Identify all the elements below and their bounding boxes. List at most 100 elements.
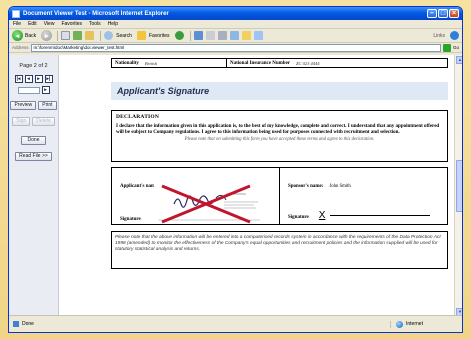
edit-icon[interactable] (229, 31, 239, 40)
data-protection-note: Please note that the above information w… (111, 231, 448, 269)
address-url: m:\forenm\doc\Marketing\doi.viewer_test.… (33, 45, 125, 50)
go-button[interactable]: Go (453, 45, 459, 50)
nationality-value: British (144, 60, 158, 66)
title-bar[interactable]: Document Viewer Test - Microsoft Interne… (9, 7, 462, 20)
minimize-icon[interactable]: – (427, 9, 437, 18)
viewer-sidebar: Page 2 of 2 |◂ ◂ ▸ ▸| ▸ Preview Print Si… (9, 55, 59, 317)
declaration-heading: DECLARATION (116, 114, 160, 120)
messenger-icon[interactable] (253, 31, 263, 40)
sponsor-signature-label: Signature (288, 215, 309, 220)
done-button[interactable]: Done (20, 136, 47, 145)
status-text: Done (22, 321, 34, 327)
delete-button[interactable]: Delete (32, 117, 55, 126)
preview-button[interactable]: Preview (10, 101, 37, 110)
crossed-out-signature-image (154, 182, 266, 224)
prev-page-button[interactable]: ◂ (24, 75, 33, 83)
go-icon[interactable] (442, 43, 451, 52)
stop-icon[interactable] (61, 31, 71, 40)
page-jump: ▸ (17, 86, 50, 94)
history-icon[interactable] (193, 31, 203, 40)
declaration-note: Please note that on submitting this form… (184, 137, 375, 142)
ni-cell: National Insurance Number ZC 023 4444 (227, 59, 447, 67)
menu-file[interactable]: File (13, 21, 21, 27)
status-bar: Done Internet (9, 315, 462, 332)
applicant-cell: Applicant's name: William Hayes Signatur… (112, 168, 279, 224)
refresh-icon[interactable] (73, 31, 83, 40)
toolbar-divider (57, 30, 59, 41)
sponsor-signature-mark: X (318, 210, 326, 221)
applicant-signature-line: Signature (120, 207, 141, 225)
globe-icon (396, 320, 403, 328)
scroll-up-icon[interactable]: ▲ (456, 56, 462, 64)
menu-bar: File Edit View Favorites Tools Help (9, 20, 462, 29)
page-go-button[interactable]: ▸ (41, 86, 50, 94)
page-status-icon (13, 321, 19, 327)
sponsor-signature-underline (330, 215, 430, 216)
address-bar: Address m:\forenm\doc\Marketing\doi.view… (9, 43, 462, 53)
sponsor-signature-line: Signature X (288, 205, 325, 223)
sign-delete-row: Sign Delete (12, 117, 55, 126)
forward-button[interactable]: ▸ (41, 30, 53, 41)
document-viewer[interactable]: Nationality British National Insurance N… (59, 55, 454, 317)
back-button[interactable]: ◂ (12, 30, 23, 41)
declaration-text: I declare that the information given in … (116, 124, 440, 135)
address-input[interactable]: m:\forenm\doc\Marketing\doi.viewer_test.… (30, 43, 441, 52)
browser-window: Document Viewer Test - Microsoft Interne… (8, 6, 463, 333)
window-title: Document Viewer Test - Microsoft Interne… (23, 10, 169, 17)
sign-button[interactable]: Sign (12, 117, 31, 126)
preview-print-row: Preview Print (10, 101, 57, 110)
links-label[interactable]: Links (433, 33, 445, 39)
menu-edit[interactable]: Edit (28, 21, 37, 27)
maximize-icon[interactable]: □ (438, 9, 448, 18)
applicant-signature-label: Signature (120, 217, 141, 222)
vertical-scrollbar[interactable]: ▲ ▼ (454, 55, 462, 317)
sponsor-name-value: John Smith (329, 184, 351, 189)
document-icon (12, 9, 20, 18)
next-page-button[interactable]: ▸ (34, 75, 43, 83)
toolbar-divider (100, 30, 102, 41)
nationality-label: Nationality (115, 60, 139, 66)
document-page: Nationality British National Insurance N… (111, 55, 448, 311)
ni-label: National Insurance Number (230, 60, 291, 66)
back-label[interactable]: Back (25, 33, 36, 39)
desktop-background: Document Viewer Test - Microsoft Interne… (0, 0, 471, 339)
close-icon[interactable]: × (449, 9, 459, 18)
first-page-button[interactable]: |◂ (14, 75, 23, 83)
sponsor-cell: Sponsor's name: John Smith Signature X (279, 168, 447, 224)
page-nav: |◂ ◂ ▸ ▸| (14, 75, 53, 83)
ie-logo-icon (450, 31, 459, 40)
print-icon[interactable] (217, 31, 227, 40)
menu-view[interactable]: View (44, 21, 55, 27)
toolbar-divider (189, 30, 191, 41)
page-number-input[interactable] (17, 86, 40, 94)
menu-help[interactable]: Help (108, 21, 118, 27)
zone-label: Internet (406, 321, 423, 327)
declaration-box: DECLARATION I declare that the informati… (111, 110, 448, 162)
search-icon[interactable] (104, 31, 114, 40)
menu-tools[interactable]: Tools (89, 21, 101, 27)
section-title: Applicant's Signature (111, 82, 448, 100)
print-button[interactable]: Print (38, 101, 57, 110)
page-indicator: Page 2 of 2 (19, 63, 48, 69)
nationality-row: Nationality British National Insurance N… (111, 58, 448, 68)
read-file-button[interactable]: Read File >> (15, 152, 52, 161)
last-page-button[interactable]: ▸| (44, 75, 53, 83)
favorites-label[interactable]: Favorites (149, 33, 170, 39)
media-icon[interactable] (174, 31, 184, 40)
security-zone: Internet (390, 320, 460, 328)
toolbar: ◂ Back ▸ Search Favorites Links (9, 29, 462, 43)
sponsor-name-label: Sponsor's name: (288, 184, 324, 189)
ni-value: ZC 023 4444 (296, 60, 320, 66)
browser-content-area: Page 2 of 2 |◂ ◂ ▸ ▸| ▸ Preview Print Si… (9, 55, 462, 317)
folder-icon[interactable] (241, 31, 251, 40)
home-icon[interactable] (85, 31, 95, 40)
address-label: Address (12, 45, 29, 50)
search-label[interactable]: Search (116, 33, 132, 39)
sponsor-name-line: Sponsor's name: John Smith (288, 174, 351, 192)
favorites-icon[interactable] (136, 31, 146, 40)
signature-box: Applicant's name: William Hayes Signatur… (111, 167, 448, 225)
menu-favorites[interactable]: Favorites (61, 21, 82, 27)
nationality-cell: Nationality British (112, 59, 227, 67)
scroll-thumb[interactable] (456, 160, 462, 212)
mail-icon[interactable] (205, 31, 215, 40)
